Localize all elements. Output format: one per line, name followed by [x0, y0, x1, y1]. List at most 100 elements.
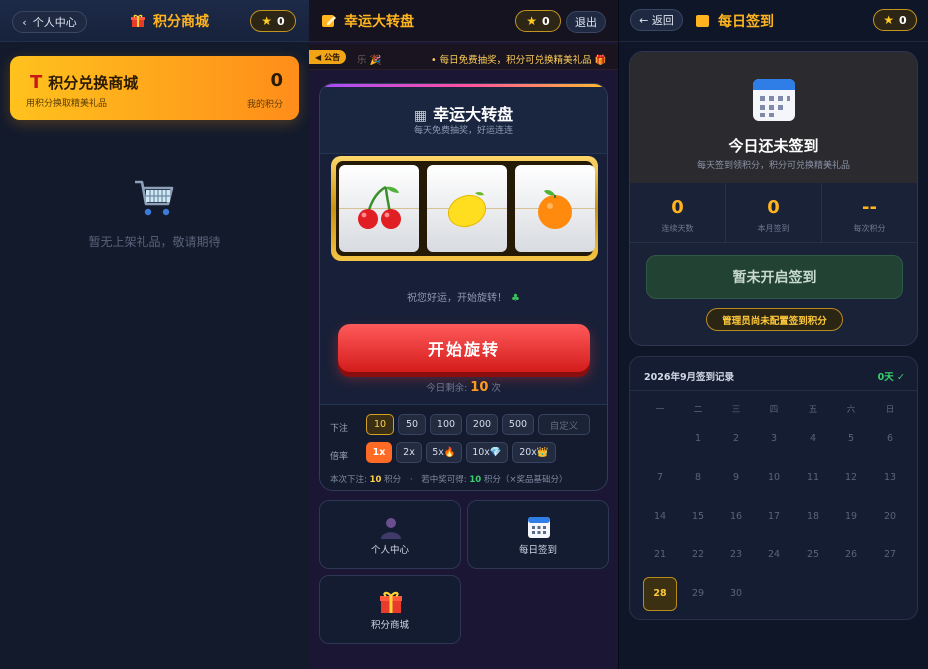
user-icon: [381, 518, 401, 539]
reel-frame: [331, 156, 598, 261]
weekday-header: 日: [885, 405, 895, 415]
lemon-icon: [447, 191, 487, 228]
nav-profile-card[interactable]: 个人中心: [319, 500, 461, 569]
checkin-status-title: 今日还未签到: [728, 137, 819, 155]
calendar-day[interactable]: 2: [719, 422, 753, 456]
logout-button[interactable]: 退出: [566, 11, 606, 33]
stat-streak: 0 连续天数: [630, 183, 726, 242]
good-luck-text: 祝您好运，开始旋转！ ♣: [407, 293, 520, 304]
back-label: 个人中心: [32, 16, 77, 29]
daily-checkin-screen: ← 返回 每日签到 ★ 0 今日还未签到 每天签到领积分，积分可兑换精美礼品 0…: [619, 0, 928, 669]
checkin-button[interactable]: 暂未开启签到: [646, 255, 903, 299]
bet-option-500[interactable]: 500: [502, 414, 534, 435]
checkin-days-count: 0天 ✓: [877, 372, 905, 383]
empty-state-text: 暂无上架礼品，敬请期待: [88, 235, 221, 249]
checkin-stats: 0 连续天数 0 本月签到 -- 每次积分: [630, 183, 917, 243]
calendar-day[interactable]: 6: [873, 422, 907, 456]
admin-notice-badge: 管理员尚未配置签到积分: [706, 308, 843, 331]
checkin-header: ← 返回 每日签到 ★ 0: [619, 0, 928, 42]
bet-option-100[interactable]: 100: [430, 414, 462, 435]
bet-summary: 本次下注: 10 积分 · 若中奖可得: 10 积分（×奖品基础分）: [330, 475, 568, 485]
clover-icon: ♣: [511, 293, 520, 304]
calendar-day[interactable]: 8: [681, 461, 715, 495]
multiplier-1x[interactable]: 1x: [366, 442, 392, 463]
calendar-title: 2026年9月签到记录: [644, 372, 735, 383]
gift-icon: [380, 591, 402, 613]
weekday-header: 三: [731, 405, 741, 415]
calendar-day-today[interactable]: 28: [643, 577, 677, 612]
calendar-day[interactable]: 3: [757, 422, 791, 456]
calendar-day[interactable]: 19: [834, 500, 868, 534]
calendar-day[interactable]: 4: [796, 422, 830, 456]
start-spin-button[interactable]: 开始旋转: [338, 324, 590, 372]
weekday-header: 五: [808, 405, 818, 415]
bet-option-200[interactable]: 200: [466, 414, 498, 435]
calendar-day[interactable]: 26: [834, 538, 868, 572]
cherry-icon: [358, 185, 401, 229]
mall-header: ‹ 个人中心 积分商城 ★ 0: [0, 0, 309, 42]
calendar-icon: [528, 517, 550, 538]
calendar-day[interactable]: 9: [719, 461, 753, 495]
slot-header: 幸运大转盘 ★ 0 退出: [309, 0, 618, 42]
multiplier-10x[interactable]: 10x💎: [466, 442, 508, 463]
calendar-icon: [753, 79, 795, 121]
announcement-bar: ◀ 公告 乐 🎉 • 每日免费抽奖，积分可兑换精美礼品 🎁: [309, 44, 618, 70]
reel-2: [427, 165, 507, 252]
announcement-tag: ◀ 公告: [309, 50, 347, 64]
gift-icon: [131, 14, 145, 27]
slot-subtitle: 每天免费抽奖，好运连连: [413, 126, 513, 136]
page-title: 积分商城: [131, 11, 209, 31]
weekday-header: 二: [693, 405, 703, 415]
bet-option-10[interactable]: 10: [366, 414, 394, 435]
calendar-day[interactable]: 27: [873, 538, 907, 572]
calendar-day[interactable]: 29: [681, 577, 715, 611]
calendar-day[interactable]: 17: [757, 500, 791, 534]
calendar-day[interactable]: 7: [643, 461, 677, 495]
calendar-day[interactable]: 18: [796, 500, 830, 534]
back-to-profile-button[interactable]: ‹ 个人中心: [12, 11, 87, 33]
points-mall-screen: ‹ 个人中心 积分商城 ★ 0 T 积分兑换商城 用积分换取精美礼品 0 我的积分: [0, 0, 309, 669]
banner-subtitle: 用积分换取精美礼品: [26, 99, 108, 109]
calendar-day[interactable]: 22: [681, 538, 715, 572]
calendar-day[interactable]: 14: [643, 500, 677, 534]
announcement-prev-text: 乐 🎉: [357, 55, 382, 66]
nav-checkin-card[interactable]: 每日签到: [467, 500, 609, 569]
shopping-cart-icon: [135, 180, 174, 216]
calendar-day[interactable]: 10: [757, 461, 791, 495]
star-icon: ★: [261, 14, 273, 28]
multiplier-20x[interactable]: 20x👑: [512, 442, 556, 463]
my-points-value: 0: [270, 70, 283, 91]
banner-title: T 积分兑换商城: [30, 72, 139, 93]
orange-icon: [538, 190, 572, 229]
calendar-day[interactable]: 24: [757, 538, 791, 572]
announcement-text: • 每日免费抽奖，积分可兑换精美礼品 🎁: [431, 55, 607, 66]
points-badge[interactable]: ★ 0: [250, 10, 296, 32]
page-title: 每日签到: [696, 11, 774, 31]
page-title: 幸运大转盘: [322, 11, 414, 31]
calendar-day[interactable]: 11: [796, 461, 830, 495]
calendar-day[interactable]: 30: [719, 577, 753, 611]
multiplier-5x[interactable]: 5x🔥: [426, 442, 462, 463]
star-icon: ★: [883, 13, 895, 27]
bet-label: 下注: [330, 424, 349, 434]
calendar-day[interactable]: 13: [873, 461, 907, 495]
points-badge[interactable]: ★ 0: [873, 9, 917, 31]
calendar-day[interactable]: 20: [873, 500, 907, 534]
back-button[interactable]: ← 返回: [630, 9, 683, 31]
calendar-day[interactable]: 1: [681, 422, 715, 456]
checkin-calendar: 2026年9月签到记录 0天 ✓ 一二三四五六日 1 2 3 4 5 6 7 8 9 10 11 12 1…: [629, 356, 918, 620]
calendar-day[interactable]: 25: [796, 538, 830, 572]
nav-mall-card[interactable]: 积分商城: [319, 575, 461, 644]
calendar-day[interactable]: 12: [834, 461, 868, 495]
calendar-day[interactable]: 16: [719, 500, 753, 534]
calendar-day[interactable]: 15: [681, 500, 715, 534]
bet-option-50[interactable]: 50: [398, 414, 426, 435]
calendar-day[interactable]: 21: [643, 538, 677, 572]
calendar-day[interactable]: 23: [719, 538, 753, 572]
multiplier-2x[interactable]: 2x: [396, 442, 422, 463]
mall-banner: T 积分兑换商城 用积分换取精美礼品 0 我的积分: [10, 56, 299, 120]
points-badge[interactable]: ★ 0: [515, 10, 561, 32]
checkin-card: 今日还未签到 每天签到领积分，积分可兑换精美礼品 0 连续天数 0 本月签到 -- 每…: [629, 51, 918, 346]
calendar-day[interactable]: 5: [834, 422, 868, 456]
custom-bet-input[interactable]: 自定义: [538, 414, 590, 435]
